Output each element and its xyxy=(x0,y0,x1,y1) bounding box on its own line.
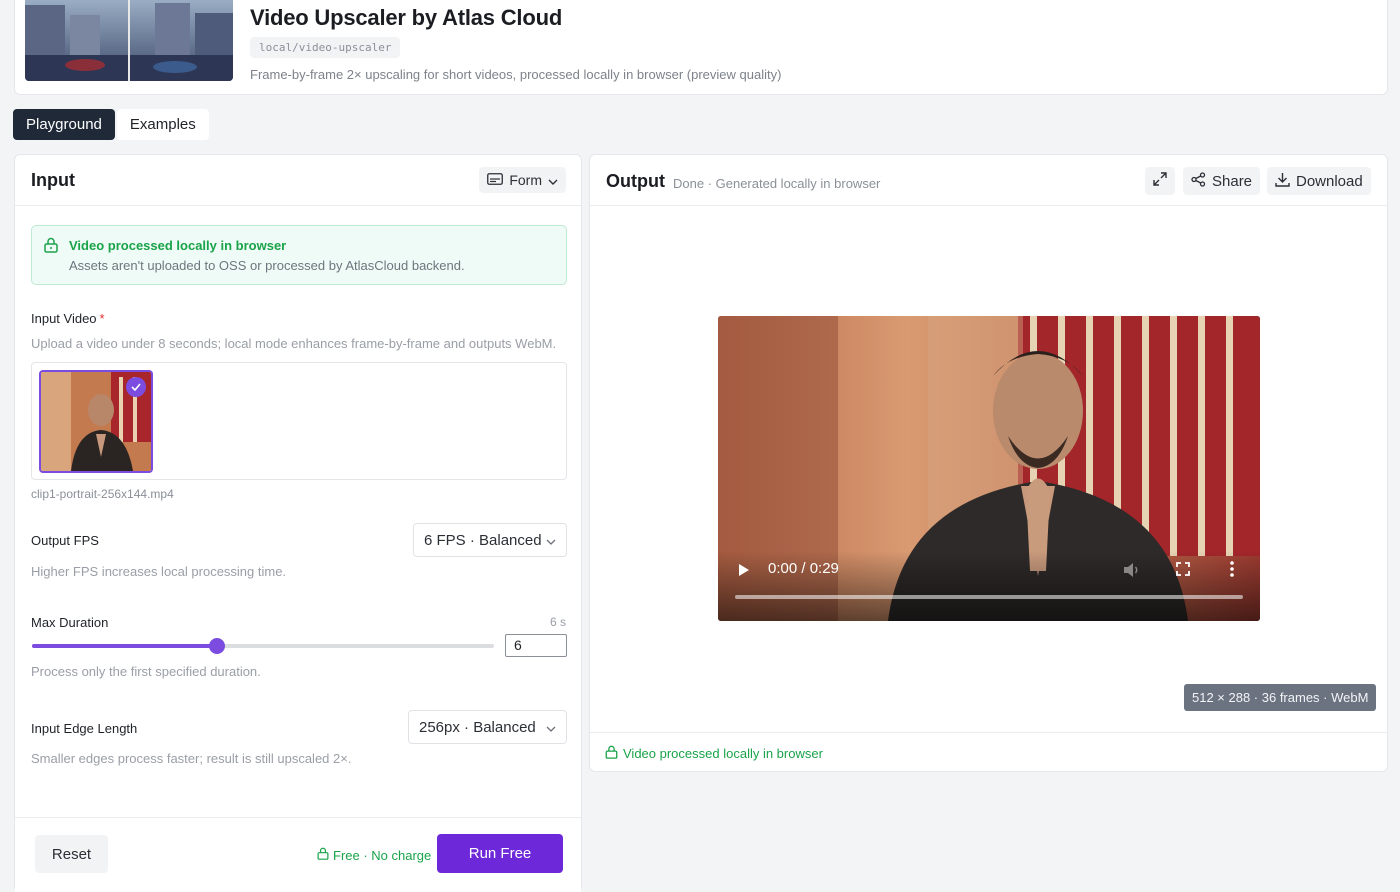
output-fps-hint: Higher FPS increases local processing ti… xyxy=(31,564,287,579)
fullscreen-icon[interactable] xyxy=(1176,562,1190,581)
share-button[interactable]: Share xyxy=(1183,167,1261,195)
model-header: Video Upscaler by Atlas Cloud local/vide… xyxy=(14,0,1388,95)
volume-icon[interactable] xyxy=(1123,562,1141,583)
output-video-player[interactable]: 0:00 / 0:29 xyxy=(718,316,1260,621)
model-title: Video Upscaler by Atlas Cloud xyxy=(250,5,563,30)
more-options-icon[interactable] xyxy=(1230,561,1234,582)
output-title: Output xyxy=(606,171,665,191)
form-mode-label: Form xyxy=(509,172,542,188)
chevron-down-icon xyxy=(546,719,556,736)
play-icon[interactable] xyxy=(738,563,750,582)
lock-icon xyxy=(605,745,618,764)
notice-title: Video processed locally in browser xyxy=(69,238,287,253)
lock-icon xyxy=(317,847,329,863)
download-button[interactable]: Download xyxy=(1267,167,1371,195)
edge-length-value: 256px · Balanced xyxy=(419,718,536,736)
output-meta-badge: 512 × 288 · 36 frames · WebM xyxy=(1184,684,1377,711)
tab-bar: Playground Examples xyxy=(13,109,209,140)
selected-check-icon xyxy=(126,377,146,397)
expand-icon xyxy=(1153,172,1167,190)
input-video-hint: Upload a video under 8 seconds; local mo… xyxy=(31,336,557,351)
video-thumbnail[interactable] xyxy=(39,370,153,473)
slider-handle[interactable] xyxy=(208,638,225,654)
input-video-label-text: Input Video xyxy=(31,311,97,326)
video-time: 0:00 / 0:29 xyxy=(768,560,839,577)
output-panel: Output Done · Generated locally in brows… xyxy=(589,154,1388,772)
output-status: Done · Generated locally in browser xyxy=(673,176,881,191)
output-fps-label: Output FPS xyxy=(31,533,99,548)
output-footer-note: Video processed locally in browser xyxy=(623,746,823,761)
video-filename: clip1-portrait-256x144.mp4 xyxy=(31,487,174,501)
output-fps-select[interactable]: 6 FPS · Balanced xyxy=(413,523,567,557)
input-video-label: Input Video * xyxy=(31,311,105,326)
input-panel: Input Form Video processed locally in br… xyxy=(14,154,582,892)
model-slug: local/video-upscaler xyxy=(250,37,401,58)
max-duration-input[interactable]: 6 xyxy=(505,634,567,657)
edge-length-hint: Smaller edges process faster; result is … xyxy=(31,751,352,766)
tab-examples[interactable]: Examples xyxy=(116,109,209,140)
input-footer: Reset Free · No charge Run Free xyxy=(15,817,581,892)
edge-length-select[interactable]: 256px · Balanced xyxy=(408,710,567,744)
video-progress-bar[interactable] xyxy=(735,595,1243,599)
download-icon xyxy=(1275,172,1290,191)
lock-icon xyxy=(44,237,58,258)
download-label: Download xyxy=(1296,172,1363,190)
output-fps-value: 6 FPS · Balanced xyxy=(424,531,542,549)
slider-fill xyxy=(32,644,217,648)
run-button[interactable]: Run Free xyxy=(437,834,563,873)
edge-length-label: Input Edge Length xyxy=(31,721,138,736)
max-duration-hint: Process only the first specified duratio… xyxy=(31,664,261,679)
share-icon xyxy=(1191,171,1206,191)
reset-button[interactable]: Reset xyxy=(35,835,108,873)
local-processing-notice: Video processed locally in browser Asset… xyxy=(31,225,567,285)
model-thumbnail xyxy=(25,0,233,81)
output-footer: Video processed locally in browser xyxy=(590,732,1387,772)
free-note: Free · No charge xyxy=(317,847,431,863)
tab-playground[interactable]: Playground xyxy=(13,109,115,140)
notice-text: Assets aren't uploaded to OSS or process… xyxy=(69,258,465,273)
required-mark: * xyxy=(99,311,105,326)
input-title: Input xyxy=(31,170,75,190)
output-panel-header: Output Done · Generated locally in brows… xyxy=(590,155,1387,206)
chevron-down-icon xyxy=(548,172,558,188)
max-duration-label: Max Duration xyxy=(31,615,109,630)
free-note-text: Free · No charge xyxy=(333,847,432,863)
expand-button[interactable] xyxy=(1145,167,1175,195)
share-label: Share xyxy=(1212,172,1253,190)
chevron-down-icon xyxy=(546,532,556,549)
max-duration-value: 6 s xyxy=(549,615,566,629)
video-upload-area[interactable] xyxy=(31,362,567,480)
model-description: Frame-by-frame 2× upscaling for short vi… xyxy=(250,67,782,82)
form-icon xyxy=(487,172,504,188)
form-mode-dropdown[interactable]: Form xyxy=(479,167,566,193)
max-duration-slider[interactable] xyxy=(32,638,494,654)
input-panel-header: Input Form xyxy=(15,155,581,206)
